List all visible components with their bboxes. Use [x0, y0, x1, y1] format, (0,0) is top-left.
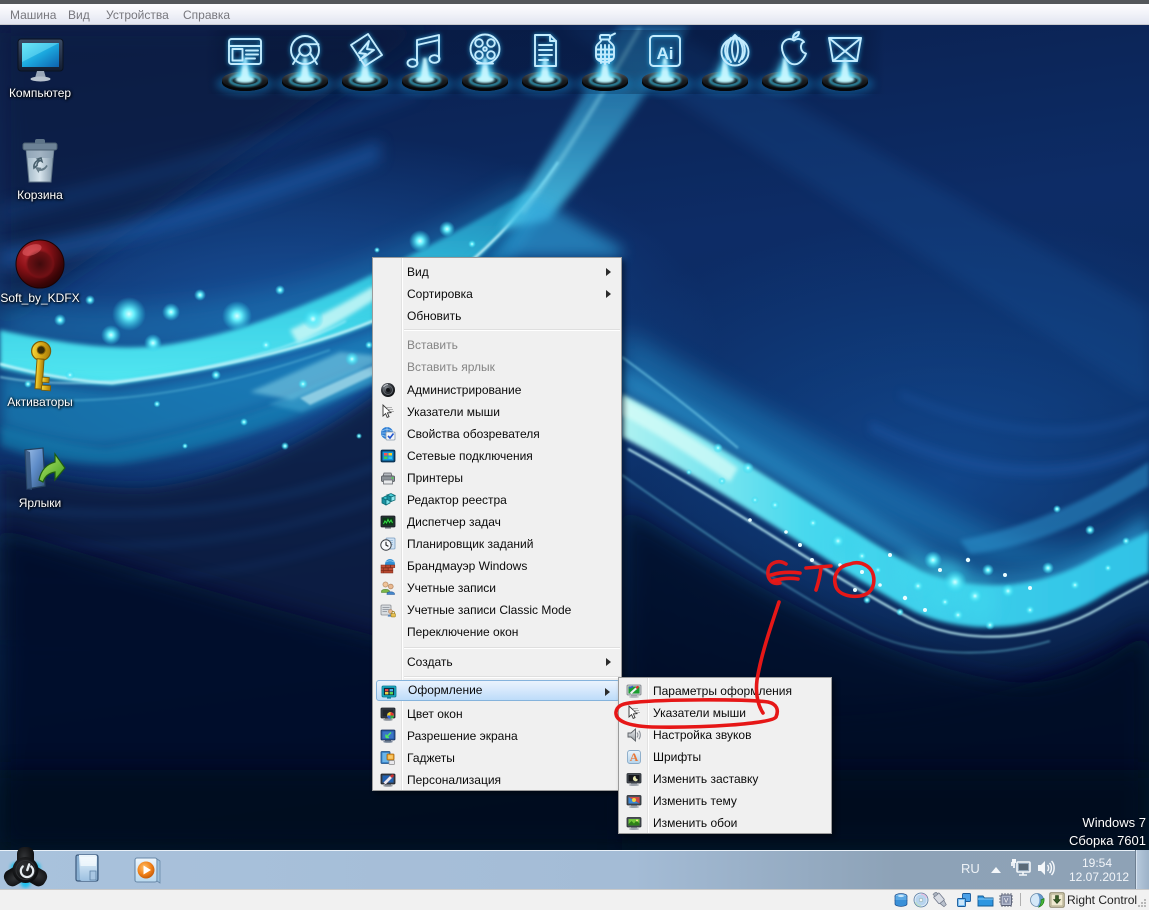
svg-text:Ai: Ai [657, 44, 674, 63]
svg-text:V: V [1004, 897, 1009, 904]
svg-text:A: A [630, 750, 639, 764]
